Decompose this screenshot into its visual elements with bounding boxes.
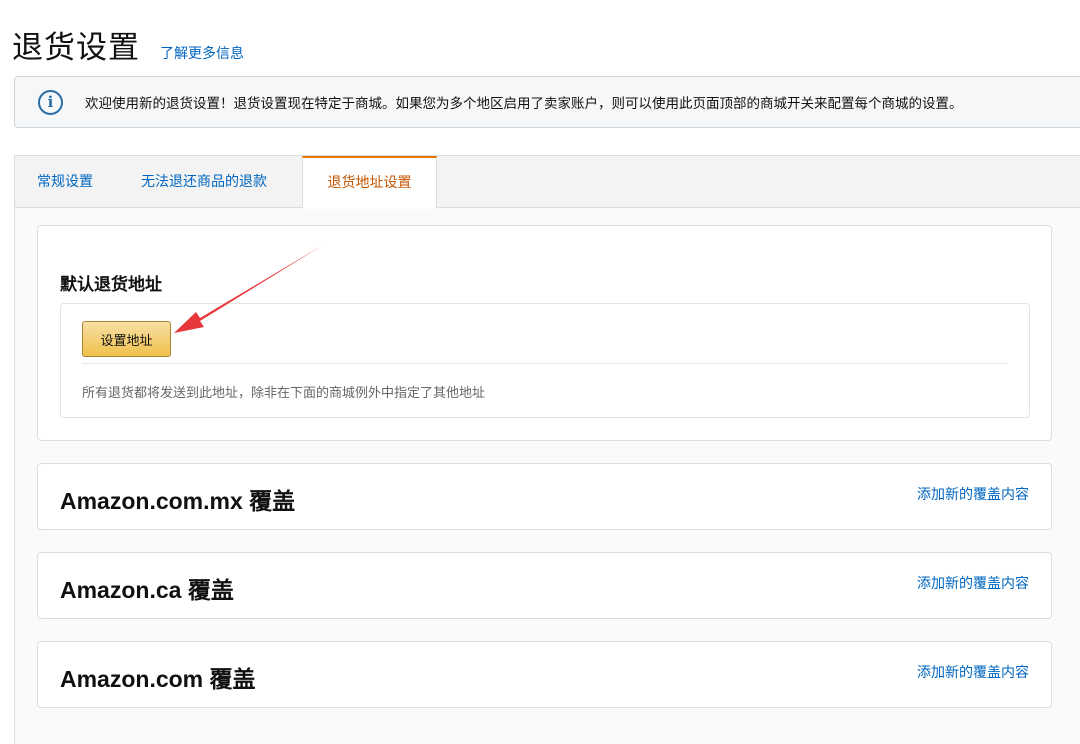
default-address-hint: 所有退货都将发送到此地址，除非在下面的商城例外中指定了其他地址 — [82, 386, 486, 401]
default-return-address-card: 默认退货地址 设置地址 所有退货都将发送到此地址，除非在下面的商城例外中指定了其… — [37, 225, 1052, 441]
divider — [82, 363, 1008, 364]
info-banner: i 欢迎使用新的退货设置！退货设置现在特定于商城。如果您为多个地区启用了卖家账户… — [14, 76, 1080, 128]
override-title: Amazon.com 覆盖 — [60, 666, 256, 692]
page-title: 退货设置 — [12, 30, 140, 66]
tab-bar: 常规设置 无法退还商品的退款 退货地址设置 — [15, 156, 1080, 209]
set-address-button[interactable]: 设置地址 — [82, 321, 171, 357]
override-card-mx: Amazon.com.mx 覆盖 添加新的覆盖内容 — [37, 463, 1052, 530]
tab-non-returnable-refunds[interactable]: 无法退还商品的退款 — [141, 156, 267, 208]
add-override-link[interactable]: 添加新的覆盖内容 — [917, 573, 1029, 593]
info-icon: i — [38, 89, 63, 115]
add-override-link[interactable]: 添加新的覆盖内容 — [917, 662, 1029, 682]
default-address-title: 默认退货地址 — [60, 275, 162, 295]
add-override-link[interactable]: 添加新的覆盖内容 — [917, 484, 1029, 504]
tab-return-address-settings[interactable]: 退货地址设置 — [302, 156, 437, 209]
override-card-com: Amazon.com 覆盖 添加新的覆盖内容 — [37, 641, 1052, 708]
override-card-ca: Amazon.ca 覆盖 添加新的覆盖内容 — [37, 552, 1052, 619]
default-address-box: 设置地址 所有退货都将发送到此地址，除非在下面的商城例外中指定了其他地址 — [60, 303, 1030, 418]
override-title: Amazon.ca 覆盖 — [60, 577, 234, 603]
return-settings-page: 退货设置 了解更多信息 i 欢迎使用新的退货设置！退货设置现在特定于商城。如果您… — [0, 0, 1080, 744]
learn-more-link[interactable]: 了解更多信息 — [160, 43, 244, 63]
override-title: Amazon.com.mx 覆盖 — [60, 488, 296, 514]
banner-text: 欢迎使用新的退货设置！退货设置现在特定于商城。如果您为多个地区启用了卖家账户，则… — [85, 96, 963, 112]
page-header: 退货设置 了解更多信息 — [12, 22, 244, 67]
tab-general-settings[interactable]: 常规设置 — [37, 156, 93, 208]
